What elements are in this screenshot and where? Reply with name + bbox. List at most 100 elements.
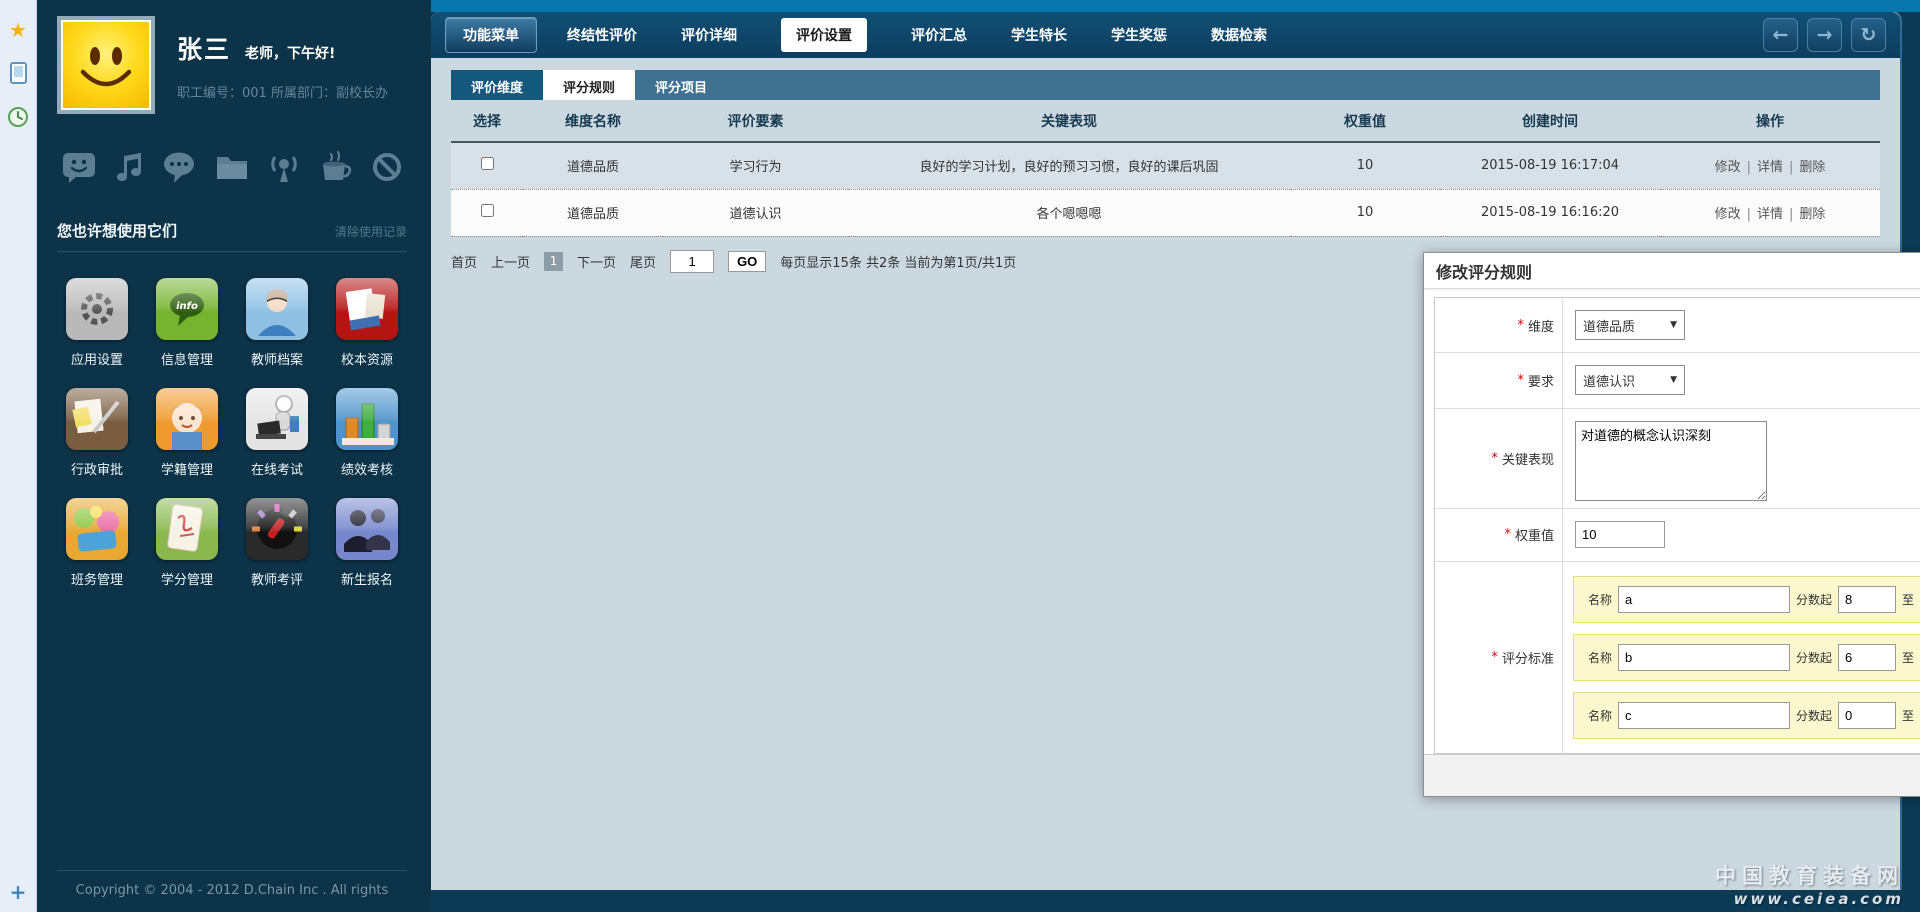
music-icon[interactable]: [114, 150, 144, 184]
app-行政审批[interactable]: 行政审批: [57, 388, 137, 478]
chevron-down-icon: ▼: [1670, 320, 1677, 330]
cell-behavior: 良好的学习计划，良好的预习习惯，良好的课后巩固: [848, 142, 1290, 189]
app-学籍管理[interactable]: 学籍管理: [147, 388, 227, 478]
weight-input[interactable]: [1575, 521, 1665, 548]
criteria-row: 名称 分数起 至 − +: [1573, 634, 1920, 681]
delete-link[interactable]: 删除: [1799, 207, 1825, 222]
detail-link[interactable]: 详情: [1757, 160, 1783, 175]
tab-评价详细[interactable]: 评价详细: [681, 25, 737, 45]
avatar[interactable]: [57, 16, 155, 114]
criteria-from-input[interactable]: [1838, 644, 1896, 671]
app-label: 应用设置: [71, 349, 123, 368]
app-绩效考核[interactable]: 绩效考核: [327, 388, 407, 478]
teacher-review-icon: [246, 498, 308, 560]
rail-plus-icon[interactable]: +: [0, 880, 36, 904]
user-meta: 职工编号：001 所属部门：副校长办: [177, 82, 388, 101]
modal-title: 修改评分规则: [1436, 259, 1532, 283]
app-新生报名[interactable]: 新生报名: [327, 498, 407, 588]
app-label: 教师考评: [251, 569, 303, 588]
settings-gear-icon: [66, 278, 128, 340]
quick-icon-row: [61, 150, 407, 184]
criteria-name-input[interactable]: [1618, 586, 1790, 613]
requirement-label: 要求: [1528, 371, 1554, 390]
criteria-from-input[interactable]: [1838, 586, 1896, 613]
weight-label: 权重值: [1515, 525, 1554, 544]
subtab-评价维度[interactable]: 评价维度: [451, 70, 543, 100]
app-label: 在线考试: [251, 459, 303, 478]
app-班务管理[interactable]: 班务管理: [57, 498, 137, 588]
next-page-link[interactable]: 下一页: [577, 252, 616, 271]
col-element: 评价要素: [663, 100, 848, 142]
prev-page-link[interactable]: 上一页: [491, 252, 530, 271]
col-actions: 操作: [1660, 100, 1880, 142]
tab-学生特长[interactable]: 学生特长: [1011, 25, 1067, 45]
resources-doc-icon: [336, 278, 398, 340]
app-在线考试[interactable]: 在线考试: [237, 388, 317, 478]
user-greeting: 老师，下午好!: [245, 43, 335, 63]
col-weight: 权重值: [1290, 100, 1440, 142]
broadcast-icon[interactable]: [267, 150, 301, 184]
app-grid: 应用设置 info 信息管理 教师档案 校本资源 行政审批: [57, 278, 407, 588]
app-label: 校本资源: [341, 349, 393, 368]
app-信息管理[interactable]: info 信息管理: [147, 278, 227, 368]
app-教师档案[interactable]: 教师档案: [237, 278, 317, 368]
app-校本资源[interactable]: 校本资源: [327, 278, 407, 368]
cell-dimension: 道德品质: [523, 189, 663, 236]
clock-icon[interactable]: [7, 106, 29, 128]
folder-icon[interactable]: [214, 152, 250, 182]
required-mark: *: [1504, 527, 1511, 542]
back-arrow-button[interactable]: ←: [1763, 18, 1798, 52]
tab-评价汇总[interactable]: 评价汇总: [911, 25, 967, 45]
page-number-input[interactable]: [670, 250, 714, 273]
tab-数据检索[interactable]: 数据检索: [1211, 25, 1267, 45]
separator: |: [1747, 160, 1751, 175]
behavior-textarea[interactable]: 对道德的概念认识深刻: [1575, 421, 1767, 501]
dimension-select[interactable]: 道德品质 ▼: [1575, 310, 1685, 340]
criteria-name-input[interactable]: [1618, 702, 1790, 729]
criteria-from-input[interactable]: [1838, 702, 1896, 729]
current-page-badge: 1: [544, 252, 563, 271]
tab-学生奖惩[interactable]: 学生奖惩: [1111, 25, 1167, 45]
tab-终结性评价[interactable]: 终结性评价: [567, 25, 637, 45]
edit-rule-form: *维度 道德品质 ▼ *要求 道德认识 ▼: [1434, 297, 1920, 754]
delete-link[interactable]: 删除: [1799, 160, 1825, 175]
app-label: 班务管理: [71, 569, 123, 588]
favorite-star-icon[interactable]: ★: [9, 20, 27, 40]
criteria-name-input[interactable]: [1618, 644, 1790, 671]
refresh-icon: ↻: [1861, 24, 1877, 46]
subtab-评分规则[interactable]: 评分规则: [543, 70, 635, 100]
row-checkbox[interactable]: [481, 204, 494, 217]
clear-history-link[interactable]: 清除使用记录: [335, 223, 407, 240]
go-button[interactable]: GO: [728, 251, 766, 272]
app-学分管理[interactable]: 学分管理: [147, 498, 227, 588]
svg-text:info: info: [176, 301, 198, 312]
app-应用设置[interactable]: 应用设置: [57, 278, 137, 368]
edit-link[interactable]: 修改: [1715, 207, 1741, 222]
enrollment-people-icon: [336, 498, 398, 560]
menu-button[interactable]: 功能菜单: [445, 17, 537, 53]
chat-icon[interactable]: [61, 150, 97, 184]
left-rail: ★ +: [0, 0, 37, 912]
score-from-label: 分数起: [1796, 649, 1832, 666]
edit-link[interactable]: 修改: [1715, 160, 1741, 175]
table-row: 道德品质 学习行为 良好的学习计划，良好的预习习惯，良好的课后巩固 10 201…: [451, 142, 1880, 189]
app-label: 行政审批: [71, 459, 123, 478]
top-accent-strip: [431, 0, 1920, 12]
row-checkbox[interactable]: [481, 157, 494, 170]
first-page-link[interactable]: 首页: [451, 252, 477, 271]
tab-评价设置[interactable]: 评价设置: [781, 18, 867, 52]
forward-arrow-button[interactable]: →: [1807, 18, 1842, 52]
teacher-person-icon: [246, 278, 308, 340]
last-page-link[interactable]: 尾页: [630, 252, 656, 271]
comments-icon[interactable]: [161, 150, 197, 184]
app-教师考评[interactable]: 教师考评: [237, 498, 317, 588]
subtab-评分项目[interactable]: 评分项目: [635, 70, 727, 100]
cell-created: 2015-08-19 16:17:04: [1440, 142, 1660, 189]
block-icon[interactable]: [371, 151, 403, 183]
device-icon[interactable]: [10, 62, 27, 84]
coffee-icon[interactable]: [318, 150, 354, 184]
app-label: 学分管理: [161, 569, 213, 588]
detail-link[interactable]: 详情: [1757, 207, 1783, 222]
refresh-button[interactable]: ↻: [1851, 18, 1886, 52]
requirement-select[interactable]: 道德认识 ▼: [1575, 365, 1685, 395]
